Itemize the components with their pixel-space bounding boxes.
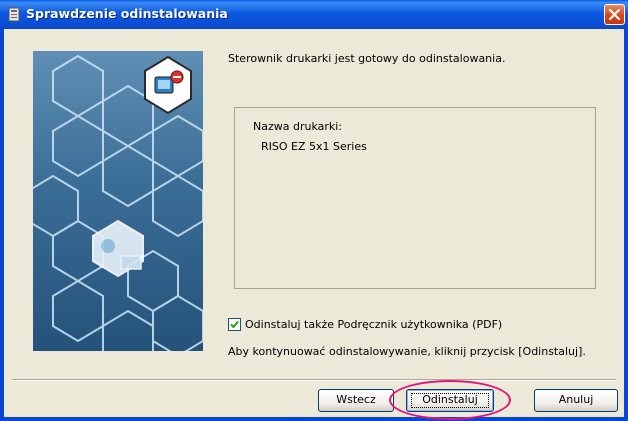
status-message: Sterownik drukarki jest gotowy do odinst…	[228, 52, 506, 65]
window-frame-left	[0, 29, 4, 421]
uninstall-button[interactable]: Odinstaluj	[406, 389, 494, 412]
window-title: Sprawdzenie odinstalowania	[26, 6, 228, 21]
back-button[interactable]: Wstecz	[318, 389, 394, 412]
title-bar[interactable]: Sprawdzenie odinstalowania	[0, 0, 628, 29]
window-frame-right	[624, 29, 628, 421]
close-icon	[608, 8, 621, 21]
window-frame-bottom	[0, 417, 628, 421]
printer-info-box: Nazwa drukarki: RISO EZ 5x1 Series	[234, 107, 596, 289]
uninstall-manual-label[interactable]: Odinstaluj także Podręcznik użytkownika …	[245, 318, 502, 331]
instruction-text: Aby kontynuować odinstalowywanie, klikni…	[228, 345, 586, 358]
printer-name-label: Nazwa drukarki:	[253, 120, 343, 133]
checkmark-icon	[230, 320, 239, 329]
installer-icon	[8, 7, 21, 22]
focus-rect	[411, 393, 489, 408]
printer-name-value: RISO EZ 5x1 Series	[261, 140, 367, 153]
uninstall-manual-checkbox[interactable]	[228, 318, 241, 331]
cancel-button[interactable]: Anuluj	[534, 389, 618, 412]
separator	[12, 379, 616, 381]
close-button[interactable]	[604, 4, 625, 25]
side-banner-image	[33, 51, 203, 351]
